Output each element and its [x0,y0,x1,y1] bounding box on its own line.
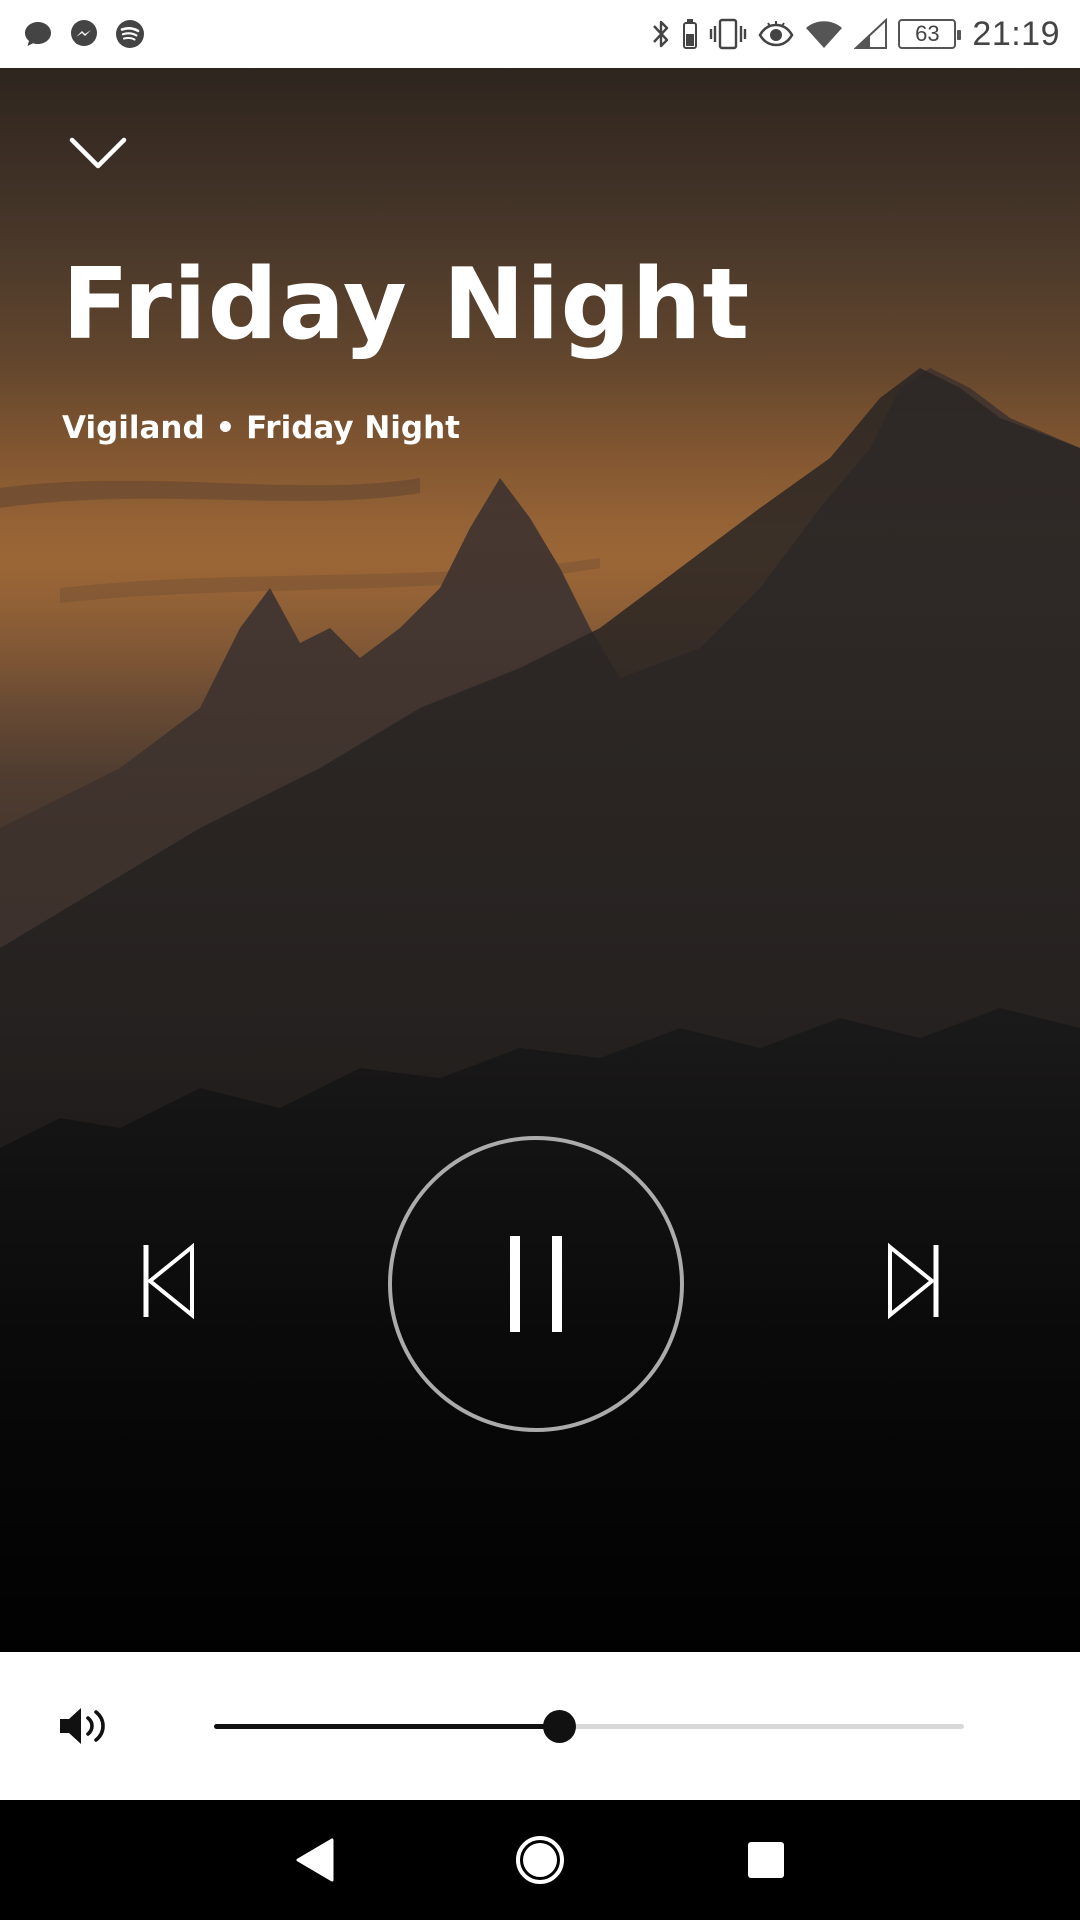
volume-slider-thumb[interactable] [543,1710,576,1743]
playback-controls [0,1126,1080,1432]
track-subtitle: Vigiland • Friday Night [62,410,461,446]
vibrate-icon [708,17,748,51]
speaker-icon[interactable] [58,1704,112,1748]
skip-next-icon [888,1242,939,1320]
track-title: Friday Night [62,248,751,362]
album-artwork: Friday Night Vigiland • Friday Night [0,68,1080,1652]
nav-recents-button[interactable] [736,1830,796,1890]
wifi-icon [804,18,844,50]
nav-back-button[interactable] [286,1830,346,1890]
notification-icons [22,18,146,50]
system-nav-bar [0,1800,1080,1920]
battery-small-icon [682,18,698,50]
volume-panel [0,1652,1080,1800]
bluetooth-icon [650,17,672,51]
chevron-down-icon [69,137,127,169]
skip-next-button[interactable] [872,1236,952,1326]
skip-previous-button[interactable] [130,1236,210,1326]
system-icons: 63 21:19 [650,12,1060,56]
volume-slider[interactable] [214,1710,964,1743]
messenger-icon [68,18,100,50]
recents-square-icon [748,1842,784,1878]
back-triangle-icon [296,1838,334,1882]
status-clock: 21:19 [972,14,1060,53]
volume-slider-fill [214,1724,559,1729]
eye-icon [758,19,794,49]
battery-icon: 63 [898,19,962,49]
play-pause-button[interactable] [388,1136,684,1432]
spotify-icon [114,18,146,50]
home-circle-icon [516,1836,564,1884]
collapse-button[interactable] [62,128,134,178]
skip-previous-icon [143,1242,194,1320]
battery-percent: 63 [915,21,940,46]
nav-home-button[interactable] [510,1830,570,1890]
status-bar: 63 21:19 [0,0,1080,68]
chat-bubble-icon [22,18,54,50]
pause-icon [510,1236,562,1332]
cell-signal-icon [854,18,888,50]
